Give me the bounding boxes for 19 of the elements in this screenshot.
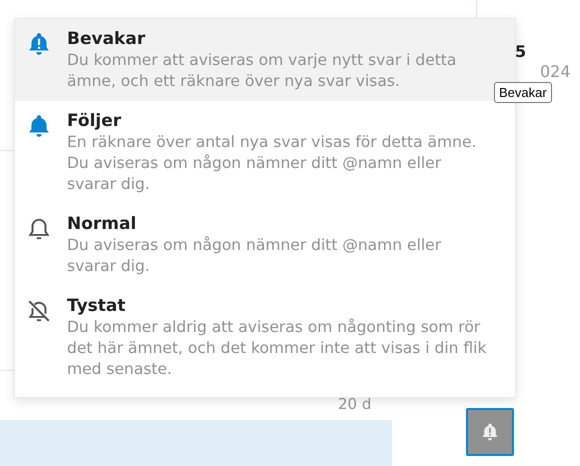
menu-item[interactable]: Tystat Du kommer aldrig att aviseras om någonting som rör det här ämnet, och det kommer inte att visas i din flik med senaste. — [15, 286, 515, 389]
item-title: Bevakar — [67, 28, 146, 50]
menu-item[interactable]: Följer En räknare över antal nya svar visas för detta ämne. Du aviseras om någon nämner ditt @namn eller svarar dig. — [15, 101, 515, 204]
reply-count: 5 — [515, 42, 526, 61]
item-title: Följer — [67, 110, 122, 132]
item-description: Du aviseras om någon nämner ditt @namn eller svarar dig. — [67, 235, 442, 277]
bell-slash-icon — [26, 298, 52, 324]
item-description: Du kommer aldrig att aviseras om någonting som rör det här ämnet, och det kommer inte att visas i din flik med senaste. — [67, 317, 488, 380]
age-text: 20 d — [338, 395, 372, 413]
notification-button[interactable] — [466, 408, 514, 456]
menu-item[interactable]: Normal Du aviseras om någon nämner ditt @namn eller svarar dig. — [15, 204, 515, 286]
item-description: En räknare över antal nya svar visas för detta ämne. Du aviseras om någon nämner ditt @namn eller svarar dig. — [67, 132, 478, 195]
bell-exclamation-icon — [480, 422, 500, 442]
tooltip: Bevakar — [494, 82, 552, 103]
item-description: Du kommer att aviseras om varje nytt svar i detta ämne, och ett räknare över nya svar visas. — [67, 50, 458, 92]
item-title: Tystat — [67, 295, 127, 317]
bell-outline-icon — [26, 216, 52, 242]
item-title: Normal — [67, 213, 138, 235]
date-text: 024 — [540, 63, 571, 80]
